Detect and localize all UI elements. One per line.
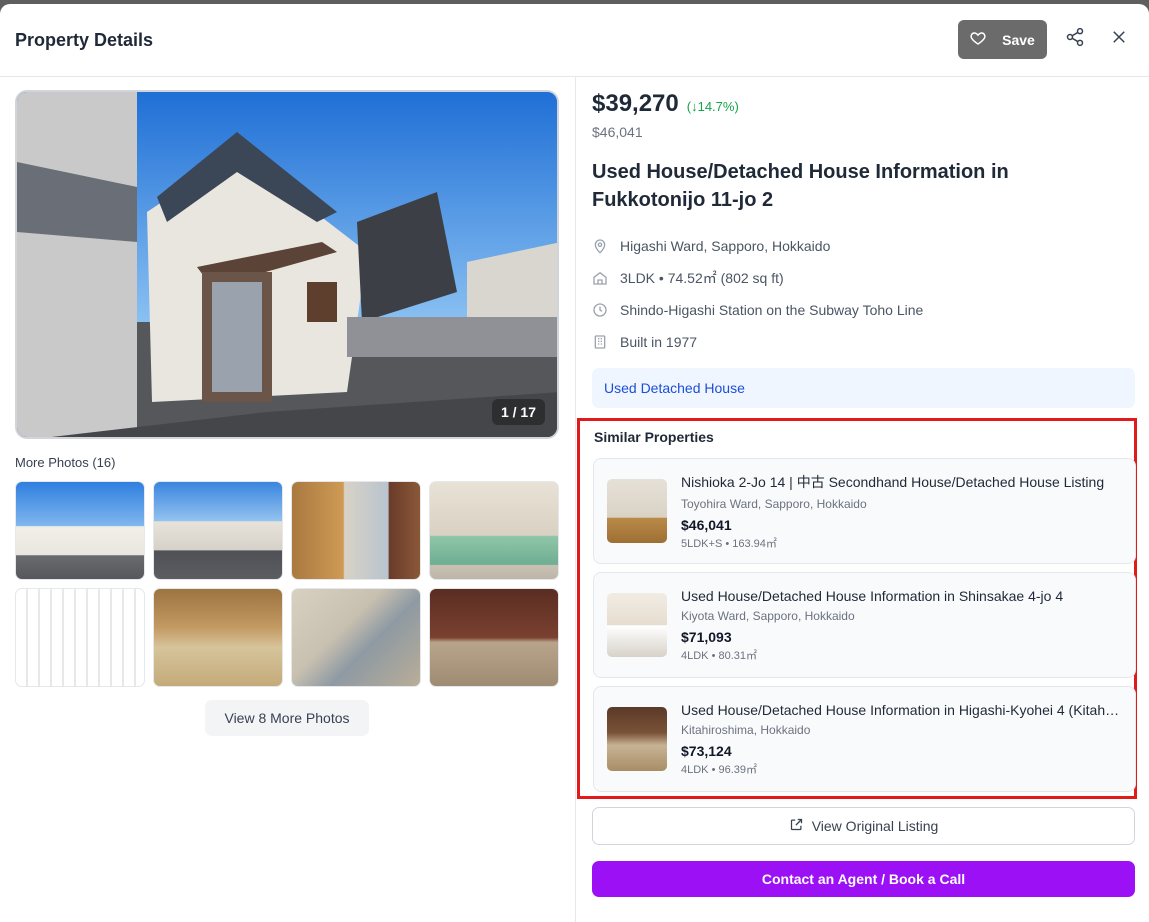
card-title: Used House/Detached House Information in…	[681, 701, 1121, 718]
original-price: $46,041	[592, 124, 643, 140]
property-thumbnail	[607, 707, 667, 771]
share-button[interactable]	[1059, 24, 1091, 56]
card-price: $73,124	[681, 742, 732, 759]
station-text: Shindo-Higashi Station on the Subway Toh…	[620, 302, 924, 318]
thumbnail[interactable]	[153, 481, 283, 580]
close-button[interactable]	[1103, 24, 1135, 56]
gallery-column: 1 / 17 More Photos (16) View 8 More Phot…	[15, 90, 559, 736]
view-more-photos-button[interactable]: View 8 More Photos	[205, 700, 369, 736]
save-button[interactable]: Save	[958, 20, 1047, 59]
house-photo	[17, 92, 557, 437]
photo-counter: 1 / 17	[491, 399, 545, 425]
thumbnail[interactable]	[153, 588, 283, 687]
home-icon	[592, 270, 608, 286]
share-icon	[1065, 27, 1085, 52]
card-specs: 4LDK • 80.31㎡	[681, 649, 758, 662]
column-divider	[575, 77, 576, 922]
card-title: Nishioka 2-Jo 14 | 中古 Secondhand House/D…	[681, 473, 1105, 490]
card-price: $46,041	[681, 516, 732, 533]
meta-built: Built in 1977	[592, 326, 1135, 358]
meta-location: Higashi Ward, Sapporo, Hokkaido	[592, 230, 1135, 262]
current-price: $39,270	[592, 90, 679, 117]
more-photos-label: More Photos (16)	[15, 455, 116, 470]
card-location: Kitahiroshima, Hokkaido	[681, 722, 811, 737]
thumbnail[interactable]	[291, 588, 421, 687]
layout-text: 3LDK • 74.52㎡ (802 sq ft)	[620, 270, 784, 286]
thumbnail[interactable]	[15, 588, 145, 687]
property-thumbnail	[607, 479, 667, 543]
details-column: $39,270 (↓14.7%) $46,041 Used House/Deta…	[592, 90, 1135, 408]
price-change: (↓14.7%)	[686, 99, 739, 114]
close-icon	[1110, 28, 1128, 51]
similar-property-card[interactable]: Used House/Detached House Information in…	[593, 686, 1136, 792]
similar-property-card[interactable]: Used House/Detached House Information in…	[593, 572, 1136, 678]
header-actions: Save	[958, 20, 1135, 59]
similar-properties-list: Nishioka 2-Jo 14 | 中古 Secondhand House/D…	[593, 458, 1136, 792]
page-title: Property Details	[15, 29, 154, 50]
thumbnail[interactable]	[291, 481, 421, 580]
photo-grid	[15, 481, 559, 687]
thumbnail[interactable]	[429, 588, 559, 687]
map-pin-icon	[592, 238, 608, 254]
similar-properties-title: Similar Properties	[594, 429, 714, 445]
clock-icon	[592, 302, 608, 318]
listing-title: Used House/Detached House Information in…	[592, 161, 1009, 211]
card-body: Used House/Detached House Information in…	[681, 588, 1121, 663]
building-icon	[592, 334, 608, 350]
contact-agent-button[interactable]: Contact an Agent / Book a Call	[592, 861, 1135, 897]
view-original-listing-button[interactable]: View Original Listing	[592, 807, 1135, 845]
card-price: $71,093	[681, 628, 732, 645]
view-original-label: View Original Listing	[811, 818, 939, 834]
heart-icon	[970, 30, 986, 49]
external-link-icon	[789, 817, 804, 835]
similar-properties-section: Similar Properties Nishioka 2-Jo 14 | 中古…	[577, 418, 1137, 799]
listing-meta: Higashi Ward, Sapporo, Hokkaido 3LDK • 7…	[592, 230, 1135, 358]
thumbnail[interactable]	[15, 481, 145, 580]
meta-station: Shindo-Higashi Station on the Subway Toh…	[592, 294, 1135, 326]
card-location: Toyohira Ward, Sapporo, Hokkaido	[681, 496, 867, 511]
built-text: Built in 1977	[620, 334, 698, 350]
card-specs: 5LDK+S • 163.94㎡	[681, 537, 777, 550]
modal-header: Property Details Save	[0, 4, 1149, 77]
thumbnail[interactable]	[429, 481, 559, 580]
property-thumbnail	[607, 593, 667, 657]
price-row: $39,270 (↓14.7%)	[592, 90, 1135, 118]
card-body: Nishioka 2-Jo 14 | 中古 Secondhand House/D…	[681, 472, 1121, 551]
save-label: Save	[1002, 31, 1035, 48]
property-type-tag: Used Detached House	[592, 368, 1135, 408]
location-text: Higashi Ward, Sapporo, Hokkaido	[620, 238, 831, 254]
meta-layout: 3LDK • 74.52㎡ (802 sq ft)	[592, 262, 1135, 294]
main-photo[interactable]: 1 / 17	[15, 90, 559, 439]
card-title: Used House/Detached House Information in…	[681, 587, 1064, 604]
card-specs: 4LDK • 96.39㎡	[681, 763, 758, 776]
similar-property-card[interactable]: Nishioka 2-Jo 14 | 中古 Secondhand House/D…	[593, 458, 1136, 564]
card-location: Kiyota Ward, Sapporo, Hokkaido	[681, 608, 855, 623]
card-body: Used House/Detached House Information in…	[681, 702, 1121, 777]
